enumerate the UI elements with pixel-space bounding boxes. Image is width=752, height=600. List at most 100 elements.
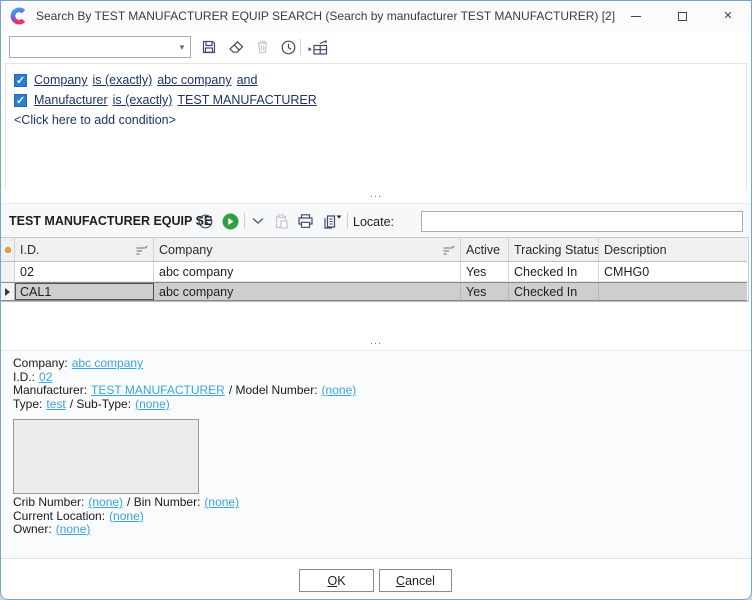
- cell-company[interactable]: abc company: [154, 283, 461, 300]
- cell-active[interactable]: Yes: [461, 262, 509, 281]
- minimize-button[interactable]: [613, 1, 659, 31]
- saved-search-combo[interactable]: ▾: [9, 36, 191, 58]
- results-history-button[interactable]: [194, 210, 216, 232]
- clear-search-button[interactable]: [225, 35, 247, 59]
- bin-number-link[interactable]: (none): [204, 495, 239, 509]
- cell-description[interactable]: CMHG0: [599, 262, 747, 281]
- owner-link[interactable]: (none): [56, 522, 91, 536]
- cell-description[interactable]: [599, 283, 747, 300]
- cell-company[interactable]: abc company: [154, 262, 461, 281]
- eraser-icon: [228, 39, 245, 55]
- condition-operator-link[interactable]: is (exactly): [113, 93, 173, 107]
- condition-row: Manufacturer is (exactly) TEST MANUFACTU…: [14, 90, 738, 110]
- details-panel: Company: abc company I.D.:02 Manufacturer…: [1, 350, 751, 558]
- app-logo-icon: [10, 7, 28, 25]
- condition-field-link[interactable]: Company: [34, 73, 88, 87]
- cell-tracking-status[interactable]: Checked In: [509, 283, 599, 300]
- grid-header-row: I.D. Company Active Tracking Status Desc…: [1, 238, 747, 262]
- current-location-link[interactable]: (none): [109, 509, 144, 523]
- column-header-tracking-status[interactable]: Tracking Status: [509, 238, 599, 261]
- column-header-id[interactable]: I.D.: [15, 238, 154, 261]
- cell-tracking-status[interactable]: Checked In: [509, 262, 599, 281]
- splitter-handle[interactable]: ...: [1, 190, 751, 203]
- splitter-handle[interactable]: ...: [1, 337, 751, 350]
- column-header-company[interactable]: Company: [154, 238, 461, 261]
- results-toolbar: TEST MANUFACTURER EQUIP SE: [1, 203, 751, 237]
- history-icon: [280, 39, 297, 56]
- condition-row: Company is (exactly) abc company and: [14, 70, 738, 90]
- detail-label: Crib Number:: [13, 495, 84, 509]
- company-link[interactable]: abc company: [72, 356, 143, 370]
- subtype-link[interactable]: (none): [135, 397, 170, 411]
- results-separator: [244, 213, 245, 229]
- column-header-active[interactable]: Active: [461, 238, 509, 261]
- dialog-footer: OK Cancel: [1, 558, 751, 599]
- results-grid: I.D. Company Active Tracking Status Desc…: [1, 237, 749, 302]
- window-controls: ✕: [613, 1, 751, 31]
- detail-label: / Bin Number:: [127, 495, 200, 509]
- detail-label: / Sub-Type:: [70, 397, 131, 411]
- grid-row[interactable]: 02 abc company Yes Checked In CMHG0: [1, 262, 747, 282]
- condition-field-link[interactable]: Manufacturer: [34, 93, 108, 107]
- titlebar: Search By TEST MANUFACTURER EQUIP SEARCH…: [1, 1, 751, 31]
- cancel-button[interactable]: Cancel: [379, 569, 452, 592]
- save-icon: [201, 39, 217, 55]
- cell-id[interactable]: 02: [15, 262, 154, 281]
- detail-crib-bin: Crib Number: (none) / Bin Number: (none): [13, 496, 751, 510]
- grid-row-selected[interactable]: CAL1 abc company Yes Checked In: [1, 282, 747, 301]
- detail-label: Manufacturer:: [13, 383, 87, 397]
- saved-search-input[interactable]: [10, 38, 174, 56]
- add-condition-link[interactable]: <Click here to add condition>: [14, 110, 738, 130]
- row-indicator-cell: [1, 283, 15, 300]
- column-header-label: Tracking Status: [514, 243, 599, 257]
- condition-value-link[interactable]: TEST MANUFACTURER: [177, 93, 316, 107]
- conditions-panel: Company is (exactly) abc company and Man…: [5, 63, 747, 191]
- column-header-label: Active: [466, 243, 500, 257]
- delete-search-button[interactable]: [251, 35, 273, 59]
- detail-owner: Owner:(none): [13, 523, 751, 537]
- condition-operator-link[interactable]: is (exactly): [93, 73, 153, 87]
- detail-id: I.D.:02: [13, 371, 751, 385]
- model-number-link[interactable]: (none): [322, 383, 357, 397]
- row-indicator-cell: [1, 262, 15, 281]
- condition-checkbox[interactable]: [14, 74, 27, 87]
- cell-active[interactable]: Yes: [461, 283, 509, 300]
- paste-icon: [273, 213, 289, 230]
- type-link[interactable]: test: [46, 397, 65, 411]
- close-button[interactable]: ✕: [705, 1, 751, 31]
- results-title: TEST MANUFACTURER EQUIP SE: [9, 214, 212, 228]
- cancel-mnemonic: C: [396, 574, 405, 588]
- print-button[interactable]: [294, 210, 316, 232]
- id-link[interactable]: 02: [39, 370, 52, 384]
- run-search-button[interactable]: [219, 210, 241, 232]
- condition-value-link[interactable]: abc company: [157, 73, 231, 87]
- crib-number-link[interactable]: (none): [88, 495, 123, 509]
- save-search-button[interactable]: [198, 35, 220, 59]
- copy-icon: [321, 213, 342, 230]
- maximize-button[interactable]: [659, 1, 705, 31]
- toolbar-separator: [300, 39, 301, 55]
- locate-input[interactable]: [421, 211, 743, 232]
- manufacturer-link[interactable]: TEST MANUFACTURER: [91, 383, 225, 397]
- combo-dropdown-icon[interactable]: ▾: [174, 42, 190, 53]
- search-history-button[interactable]: [277, 35, 299, 59]
- paste-button[interactable]: [270, 210, 292, 232]
- condition-checkbox[interactable]: [14, 94, 27, 107]
- detail-label: / Model Number:: [229, 383, 318, 397]
- ok-label: K: [337, 574, 345, 588]
- detail-label: Company:: [13, 356, 68, 370]
- search-dialog-window: Search By TEST MANUFACTURER EQUIP SEARCH…: [0, 0, 752, 600]
- ok-button[interactable]: OK: [299, 569, 374, 592]
- run-icon: [222, 213, 239, 230]
- open-in-grid-button[interactable]: [305, 35, 331, 59]
- column-header-label: Company: [159, 243, 213, 257]
- close-icon: ✕: [723, 11, 732, 22]
- condition-conjunction-link[interactable]: and: [237, 73, 258, 87]
- cell-id[interactable]: CAL1: [15, 283, 154, 300]
- expand-button[interactable]: [249, 210, 267, 232]
- column-header-label: I.D.: [20, 243, 39, 257]
- copy-button[interactable]: [318, 210, 344, 232]
- column-header-label: Description: [604, 243, 667, 257]
- detail-manufacturer-model: Manufacturer: TEST MANUFACTURER / Model Nu…: [13, 384, 751, 398]
- column-header-description[interactable]: Description: [599, 238, 747, 261]
